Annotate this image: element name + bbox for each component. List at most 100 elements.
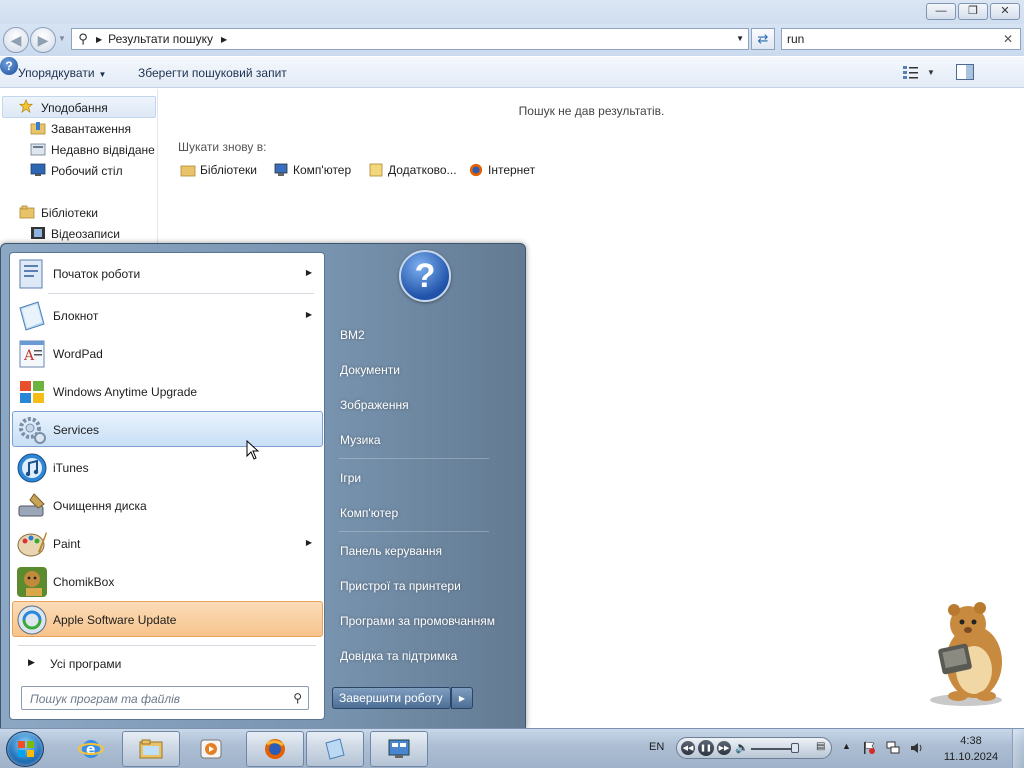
save-search-button[interactable]: Зберегти пошуковий запит <box>138 66 287 80</box>
program-paint[interactable]: Paint ▶ <box>12 525 323 561</box>
media-toolbar: ◀◀ ❚❚ ▶▶ 🔈 ▤ <box>676 737 832 759</box>
nav-favorites-label[interactable]: Уподобання <box>41 101 108 115</box>
language-indicator[interactable]: EN <box>649 741 664 753</box>
program-wordpad[interactable]: A WordPad <box>12 335 323 371</box>
search-again-libraries[interactable]: Бібліотеки <box>180 163 257 177</box>
address-bar[interactable]: ⚲ ▶ Результати пошуку ▶ ▼ <box>71 28 749 50</box>
link-music[interactable]: Музика <box>340 433 381 447</box>
submenu-arrow-icon[interactable]: ▶ <box>306 538 312 547</box>
nav-recent[interactable]: Недавно відвідане <box>51 143 155 157</box>
organize-button[interactable]: Упорядкувати ▼ <box>18 66 106 80</box>
minimize-button[interactable]: — <box>926 3 956 20</box>
desktop-icon <box>30 163 46 176</box>
view-options-icon[interactable] <box>902 64 920 80</box>
link-computer[interactable]: Комп'ютер <box>340 506 398 520</box>
help-icon[interactable]: ? <box>0 57 18 75</box>
media-player-mini-icon[interactable]: ▤ <box>816 741 825 752</box>
clock-date[interactable]: 11.10.2024 <box>940 751 1002 763</box>
link-user-folder[interactable]: BM2 <box>340 328 365 342</box>
nav-videos[interactable]: Відеозаписи <box>51 227 120 241</box>
previous-track-icon[interactable]: ◀◀ <box>681 741 695 755</box>
show-desktop-button[interactable] <box>1012 729 1024 768</box>
taskbar-firefox[interactable] <box>246 731 304 767</box>
chevron-down-icon[interactable]: ▼ <box>736 34 744 43</box>
show-hidden-icons-icon[interactable]: ▲ <box>842 741 851 751</box>
search-again-custom[interactable]: Додатково... <box>368 163 457 177</box>
search-again-internet[interactable]: Інтернет <box>468 163 535 177</box>
pause-icon[interactable]: ❚❚ <box>698 740 714 756</box>
forward-button[interactable]: ▶ <box>30 27 56 53</box>
start-menu-programs-pane: Початок роботи ▶ Блокнот ▶ A WordPad Win… <box>9 252 325 720</box>
location-label: Комп'ютер <box>293 163 352 177</box>
link-pictures[interactable]: Зображення <box>340 398 409 412</box>
windows-logo-icon <box>18 741 34 757</box>
media-player-icon <box>200 739 222 759</box>
notepad-icon <box>19 301 45 331</box>
start-menu: Початок роботи ▶ Блокнот ▶ A WordPad Win… <box>0 243 526 729</box>
preview-pane-icon[interactable] <box>956 64 974 80</box>
program-getting-started[interactable]: Початок роботи ▶ <box>12 255 323 291</box>
submenu-arrow-icon[interactable]: ▶ <box>306 268 312 277</box>
clock-time[interactable]: 4:38 <box>954 735 988 747</box>
taskbar-notepad[interactable] <box>306 731 364 767</box>
network-icon[interactable] <box>886 741 900 755</box>
restore-button[interactable]: ❐ <box>958 3 988 20</box>
search-again-computer[interactable]: Комп'ютер <box>273 163 351 177</box>
search-icon[interactable]: ⚲ <box>293 691 302 705</box>
clear-search-icon[interactable]: ✕ <box>1003 32 1013 46</box>
nav-desktop[interactable]: Робочий стіл <box>51 164 123 178</box>
program-apple-software-update[interactable]: Apple Software Update <box>12 601 323 637</box>
taskbar-media-player[interactable] <box>182 731 240 767</box>
link-devices-printers[interactable]: Пристрої та принтери <box>340 579 461 593</box>
link-default-programs[interactable]: Програми за промовчанням <box>340 614 495 628</box>
separator <box>48 293 314 294</box>
shutdown-options-icon[interactable]: ▶ <box>451 687 473 709</box>
nav-downloads[interactable]: Завантаження <box>51 122 131 136</box>
program-itunes[interactable]: iTunes <box>12 449 323 485</box>
link-help-support[interactable]: Довідка та підтримка <box>340 649 457 663</box>
program-windows-anytime-upgrade[interactable]: Windows Anytime Upgrade <box>12 373 323 409</box>
program-services[interactable]: Services <box>12 411 323 447</box>
program-notepad[interactable]: Блокнот ▶ <box>12 297 323 333</box>
breadcrumb[interactable]: Результати пошуку <box>108 32 213 46</box>
volume-slider-handle[interactable] <box>791 743 799 753</box>
user-picture-help-icon[interactable]: ? <box>399 250 451 302</box>
nav-libraries[interactable]: Бібліотеки <box>41 206 98 220</box>
breadcrumb-arrow-icon[interactable]: ▶ <box>96 35 102 44</box>
shutdown-button[interactable]: Завершити роботу <box>332 687 451 709</box>
all-programs-label: Усі програми <box>50 657 122 671</box>
volume-icon[interactable]: 🔈 <box>735 741 749 754</box>
speaker-icon[interactable] <box>910 741 924 755</box>
start-search-input[interactable]: Пошук програм та файлів ⚲ <box>21 686 309 710</box>
downloads-folder-icon <box>30 122 46 135</box>
all-programs-button[interactable]: ▶ Усі програми <box>20 653 316 675</box>
taskbar-control-panel[interactable] <box>370 731 428 767</box>
program-disk-cleanup[interactable]: Очищення диска <box>12 487 323 523</box>
program-label: Apple Software Update <box>53 613 177 627</box>
link-control-panel[interactable]: Панель керування <box>340 544 442 558</box>
taskbar-explorer[interactable] <box>122 731 180 767</box>
control-panel-icon <box>388 739 410 758</box>
submenu-arrow-icon[interactable]: ▶ <box>306 310 312 319</box>
next-track-icon[interactable]: ▶▶ <box>717 741 731 755</box>
firefox-icon <box>469 163 483 177</box>
breadcrumb-arrow-icon[interactable]: ▶ <box>221 35 227 44</box>
getting-started-icon <box>19 259 43 289</box>
chomikbox-icon <box>17 567 47 597</box>
link-documents[interactable]: Документи <box>340 363 400 377</box>
recent-pages-dropdown[interactable]: ▼ <box>58 34 66 43</box>
start-menu-places-pane: ? BM2 Документи Зображення Музика Ігри К… <box>327 244 525 730</box>
chevron-down-icon[interactable]: ▼ <box>927 68 935 77</box>
refresh-button[interactable]: ⇄ <box>751 28 775 50</box>
program-chomikbox[interactable]: ChomikBox <box>12 563 323 599</box>
taskbar-internet-explorer[interactable]: e <box>62 731 120 767</box>
wordpad-icon: A <box>19 340 45 368</box>
itunes-icon <box>17 453 47 483</box>
search-input[interactable]: run ✕ <box>781 28 1021 50</box>
close-button[interactable]: ✕ <box>990 3 1020 20</box>
link-games[interactable]: Ігри <box>340 471 361 485</box>
back-button[interactable]: ◀ <box>3 27 29 53</box>
action-center-flag-icon[interactable] <box>862 741 876 755</box>
disk-cleanup-icon <box>18 493 45 517</box>
start-button[interactable] <box>6 731 44 767</box>
